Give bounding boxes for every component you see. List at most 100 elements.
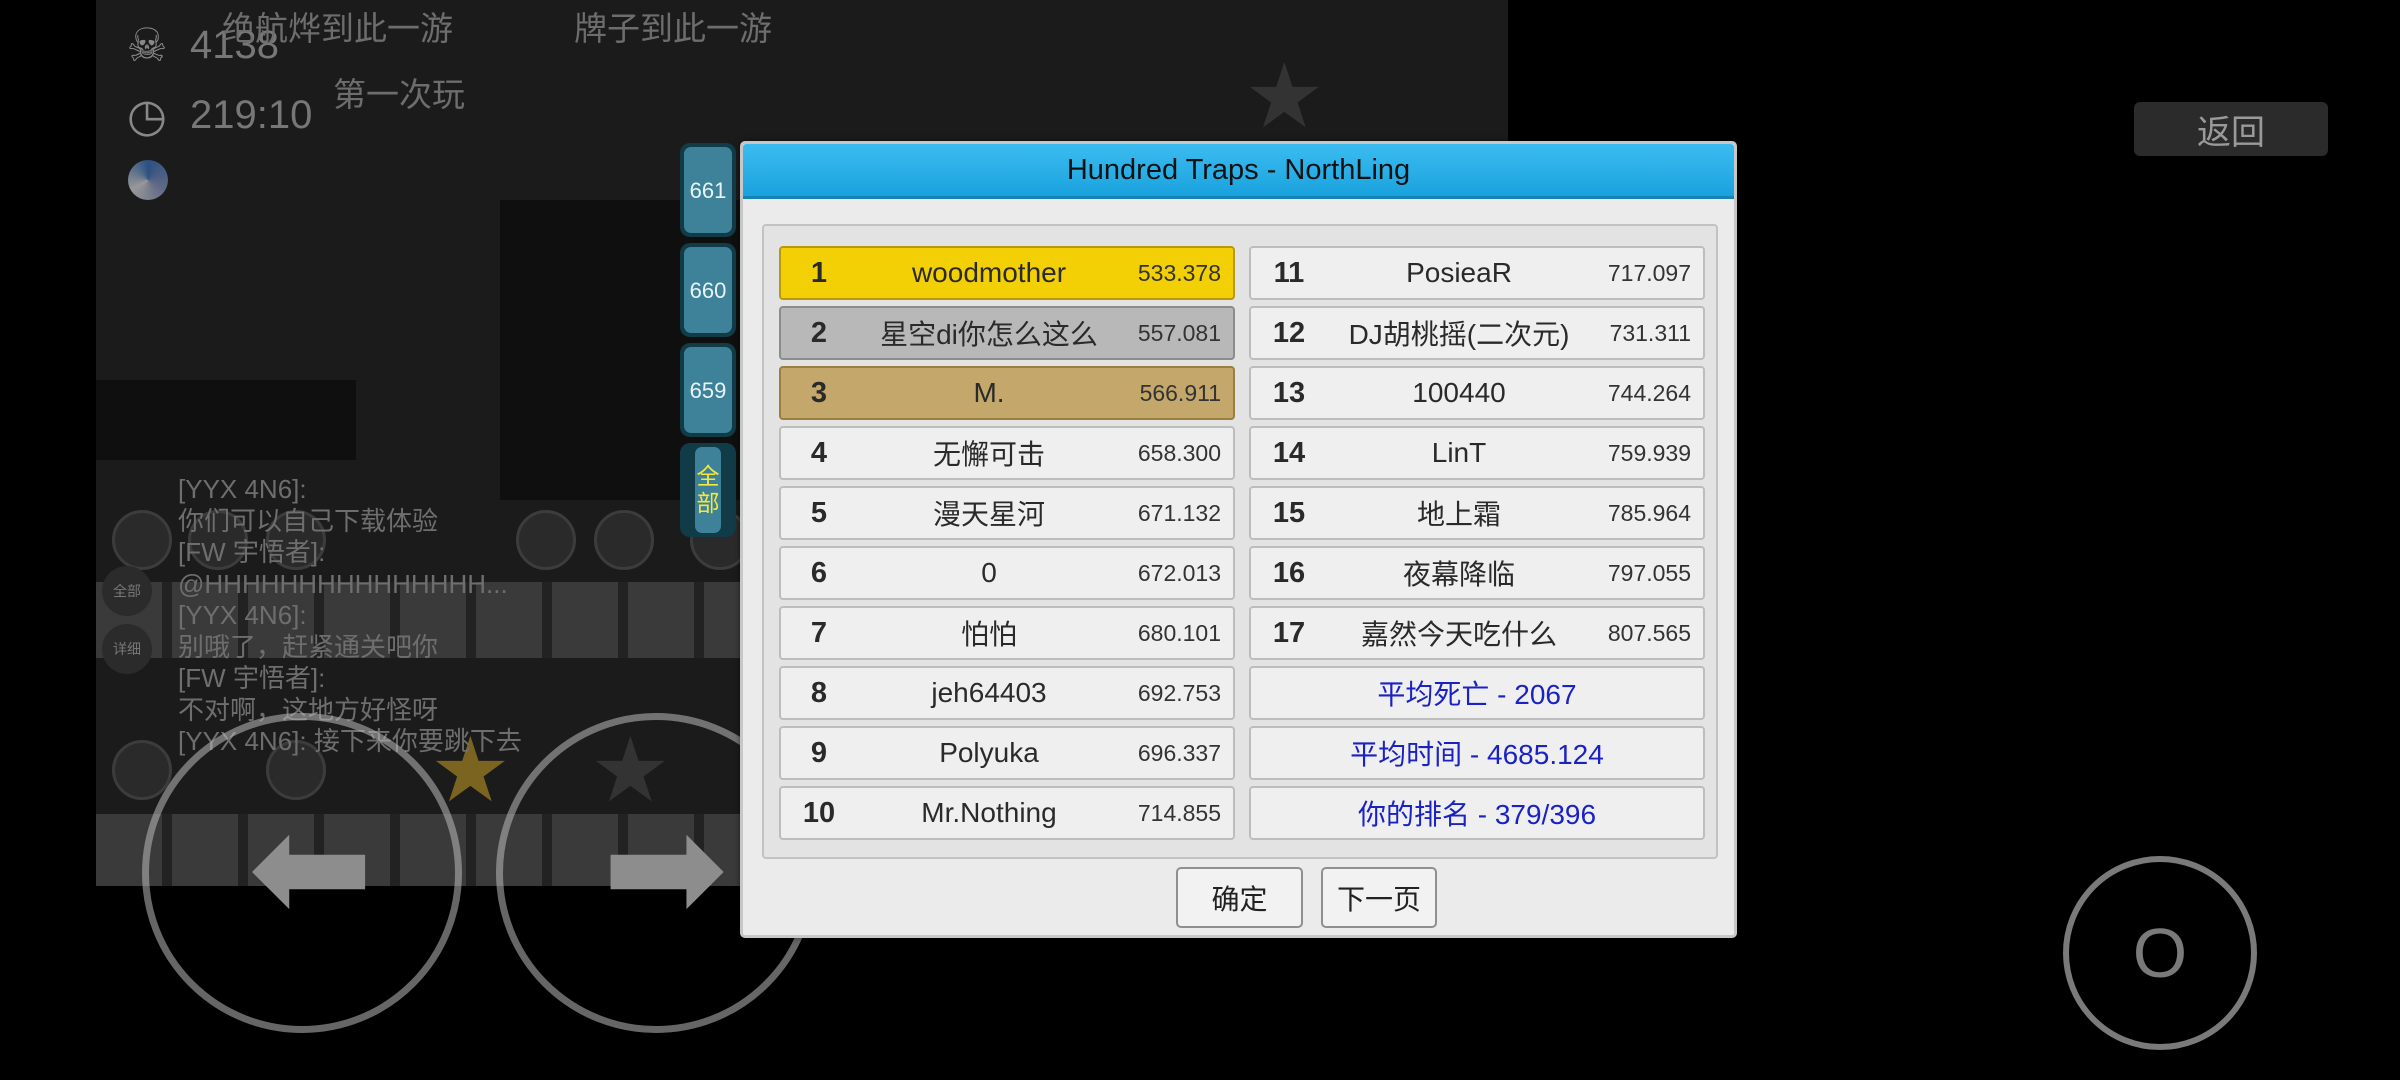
chat-line: [FW 宇悟者]: [178, 663, 326, 693]
player-name: 100440 [1412, 377, 1506, 408]
tab-label: 全部 [695, 447, 721, 533]
player-name: PosieaR [1406, 257, 1512, 288]
rank-number: 11 [1273, 256, 1305, 289]
level-tab-660[interactable]: 660 [680, 243, 736, 337]
player-name: 嘉然今天吃什么 [1360, 619, 1557, 650]
your-rank: 你的排名 - 379/396 [1249, 786, 1705, 840]
player-name: 漫天星河 [932, 499, 1045, 530]
leaderboard-row: 13 100440 744.264 [1249, 366, 1705, 420]
rank-number: 13 [1272, 376, 1306, 409]
chat-line: @HHHHHHHHHHHHHHH... [178, 568, 508, 599]
back-button[interactable]: 返回 [2134, 102, 2328, 156]
leaderboard-row: 8 jeh64403 692.753 [779, 666, 1235, 720]
confirm-button[interactable]: 确定 [1176, 867, 1303, 928]
banner-text: 绝航烨到此一游 [222, 10, 453, 47]
leaderboard-row: 4 无懈可击 658.300 [779, 426, 1235, 480]
player-score: 797.055 [1607, 559, 1691, 586]
chat-line: [YYX 4N6]: [178, 474, 307, 504]
leaderboard-row: 9 Polyuka 696.337 [779, 726, 1235, 780]
player-name: jeh64403 [931, 677, 1047, 708]
player-name: Polyuka [939, 737, 1039, 768]
average-time: 平均时间 - 4685.124 [1249, 726, 1705, 780]
skull-icon: ☠ [126, 19, 168, 71]
clock-icon: ◷ [126, 89, 168, 141]
leaderboard-row: 11 PosieaR 717.097 [1249, 246, 1705, 300]
leaderboard-row: 5 漫天星河 671.132 [779, 486, 1235, 540]
leaderboard-row: 15 地上霜 785.964 [1249, 486, 1705, 540]
chat-tab-detail[interactable]: 详细 [102, 624, 152, 674]
jump-button[interactable]: O [2063, 856, 2257, 1050]
leaderboard-grid: 平均死亡 - 2067 平均时间 - 4685.124 你的排名 - 379/3… [762, 224, 1718, 859]
rank-number: 7 [810, 616, 828, 649]
tab-label: 660 [684, 247, 732, 333]
leaderboard-row: 17 嘉然今天吃什么 807.565 [1249, 606, 1705, 660]
time-counter: ◷ 219:10 [122, 88, 312, 142]
star-icon: ★ [1244, 47, 1325, 147]
level-tab-661[interactable]: 661 [680, 143, 736, 237]
leaderboard-dialog: Hundred Traps - NorthLing 平均死亡 - 2067 平均… [740, 141, 1737, 938]
leaderboard-row: 14 LinT 759.939 [1249, 426, 1705, 480]
player-score: 692.753 [1137, 679, 1221, 706]
leaderboard-row: 16 夜幕降临 797.055 [1249, 546, 1705, 600]
chat-line: [YYX 4N6]: [178, 600, 307, 630]
chat-line: [FW 宇悟者]: [178, 537, 326, 567]
dialog-title: Hundred Traps - NorthLing [743, 144, 1734, 199]
player-score: 557.081 [1137, 319, 1221, 346]
sign-text: 第一次玩 [333, 76, 465, 113]
player-name: 0 [981, 557, 997, 588]
rank-number: 12 [1272, 316, 1306, 349]
leaderboard-row: 3 M. 566.911 [779, 366, 1235, 420]
chat-tab-all[interactable]: 全部 [102, 566, 152, 616]
player-name: Mr.Nothing [921, 797, 1057, 828]
swirl-icon [128, 160, 168, 200]
player-score: 785.964 [1607, 499, 1691, 526]
elapsed-time: 219:10 [190, 92, 313, 137]
rank-number: 15 [1272, 496, 1306, 529]
chat-line: 你们可以自己下载体验 [178, 505, 439, 536]
wall-block [96, 380, 356, 460]
leaderboard-row: 2 星空di你怎么这么 557.081 [779, 306, 1235, 360]
rank-number: 14 [1272, 436, 1306, 469]
leaderboard-row: 6 0 672.013 [779, 546, 1235, 600]
chat-log: [YYX 4N6]: 你们可以自己下载体验 [FW 宇悟者]: @HHHHHHHHHH… [178, 474, 522, 758]
player-name: M. [973, 377, 1005, 408]
rank-number: 17 [1272, 616, 1306, 649]
coin-icon [112, 510, 172, 570]
tab-label: 659 [684, 347, 732, 433]
chat-line: 别哦了，赶紧通关吧你 [178, 631, 439, 662]
level-tab-all[interactable]: 全部 [680, 443, 736, 537]
tab-label: 661 [684, 147, 732, 233]
player-score: 807.565 [1607, 619, 1691, 646]
player-score: 714.855 [1137, 799, 1221, 826]
coin-icon [516, 510, 576, 570]
rank-number: 16 [1272, 556, 1306, 589]
rank-number: 5 [810, 496, 828, 529]
leaderboard-row: 12 DJ胡桃摇(二次元) 731.311 [1249, 306, 1705, 360]
player-name: LinT [1431, 437, 1487, 468]
player-name: DJ胡桃摇(二次元) [1348, 319, 1570, 350]
rank-number: 8 [810, 676, 828, 709]
player-score: 744.264 [1607, 379, 1691, 406]
banner-text: 牌子到此一游 [574, 10, 772, 47]
player-name: 夜幕降临 [1402, 559, 1515, 590]
player-score: 566.911 [1139, 379, 1221, 406]
player-score: 672.013 [1137, 559, 1221, 586]
player-score: 696.337 [1137, 739, 1221, 766]
player-score: 759.939 [1607, 439, 1691, 466]
rank-number: 1 [810, 256, 828, 289]
level-tab-659[interactable]: 659 [680, 343, 736, 437]
rank-number: 6 [810, 556, 828, 589]
next-page-button[interactable]: 下一页 [1321, 867, 1437, 928]
player-name: 怕怕 [960, 619, 1017, 650]
player-score: 658.300 [1137, 439, 1221, 466]
leaderboard-row: 1 woodmother 533.378 [779, 246, 1235, 300]
player-score: 533.378 [1137, 259, 1221, 286]
player-name: woodmother [911, 257, 1067, 288]
player-name: 地上霜 [1416, 499, 1501, 530]
player-name: 无懈可击 [932, 439, 1045, 470]
player-score: 731.311 [1609, 319, 1691, 346]
leaderboard-row: 10 Mr.Nothing 714.855 [779, 786, 1235, 840]
leaderboard-row: 7 怕怕 680.101 [779, 606, 1235, 660]
coin-icon [112, 740, 172, 800]
rank-number: 10 [802, 796, 836, 829]
